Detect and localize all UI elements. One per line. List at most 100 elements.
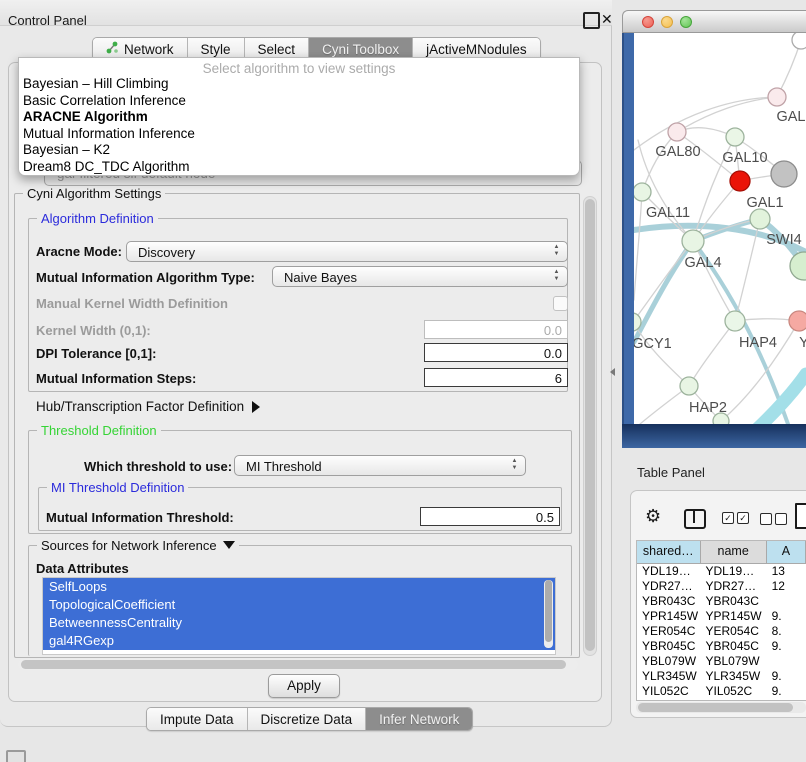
column-header-shared[interactable]: shared… [637, 541, 701, 563]
network-node-gal10[interactable] [726, 128, 744, 146]
close-traffic-light-icon[interactable] [642, 16, 654, 28]
dpi-tolerance-field[interactable]: 0.0 [424, 343, 568, 362]
network-node-hap2[interactable] [680, 377, 698, 395]
stepper-icon: ▲▼ [552, 269, 561, 283]
tab-discretize-data[interactable]: Discretize Data [248, 708, 367, 730]
zoom-traffic-light-icon[interactable] [680, 16, 692, 28]
unchecked-checkbox-icon[interactable] [775, 513, 787, 525]
checked-checkbox-icon[interactable]: ✓ [737, 512, 749, 524]
table-row-ydl19[interactable]: YDL19…YDL19…13 [637, 564, 806, 579]
algorithm-option-mutual-information-inference[interactable]: Mutual Information Inference [19, 126, 579, 143]
column-header-name[interactable]: name [701, 541, 767, 563]
table-row-ylr345w[interactable]: YLR345WYLR345W9. [637, 669, 806, 684]
unchecked-checkbox-icon[interactable] [760, 513, 772, 525]
table-cell: YBR045C [701, 639, 767, 654]
table-header-row: shared…nameA [637, 541, 806, 564]
float-panel-icon[interactable] [583, 12, 600, 29]
table-row-ybr043c[interactable]: YBR043CYBR043C [637, 594, 806, 609]
table-horizontal-scrollbar[interactable] [636, 702, 806, 713]
document-icon[interactable] [795, 503, 806, 529]
table-row-ybr045c[interactable]: YBR045CYBR045C9. [637, 639, 806, 654]
table-row-yil052c[interactable]: YIL052CYIL052C9. [637, 684, 806, 699]
table-row-ydr27[interactable]: YDR27…YDR27…12 [637, 579, 806, 594]
network-node-swi4[interactable] [750, 209, 770, 229]
algorithm-option-basic-correlation-inference[interactable]: Basic Correlation Inference [19, 93, 579, 110]
table-row-yer054c[interactable]: YER054CYER054C8. [637, 624, 806, 639]
network-node-gal1[interactable] [730, 171, 750, 191]
network-node-gal80[interactable] [668, 123, 686, 141]
attribute-item-gal4rgexp[interactable]: gal4RGexp [43, 632, 555, 650]
algorithm-option-bayesian-hill-climbing[interactable]: Bayesian – Hill Climbing [19, 76, 579, 93]
network-node[interactable] [713, 413, 729, 424]
network-node[interactable] [790, 252, 806, 280]
network-node-gal[interactable] [768, 88, 786, 106]
attribute-item-selfloops[interactable]: SelfLoops [43, 578, 555, 596]
which-threshold-select[interactable]: MI Threshold ▲▼ [234, 455, 526, 476]
network-edge[interactable] [756, 374, 806, 424]
attribute-item-betweennesscentrality[interactable]: BetweennessCentrality [43, 614, 555, 632]
network-node-gal11[interactable] [634, 183, 651, 201]
table-row-ypr145w[interactable]: YPR145WYPR145W9. [637, 609, 806, 624]
stepper-icon: ▲▼ [552, 244, 561, 258]
tab-label: Impute Data [160, 712, 234, 727]
network-edge[interactable] [677, 97, 777, 132]
which-threshold-label: Which threshold to use: [84, 459, 232, 474]
table-cell: YIL052C [701, 684, 767, 699]
table-cell: YDR27… [637, 579, 701, 594]
network-node-hap4[interactable] [725, 311, 745, 331]
kernel-width-field[interactable]: 0.0 [424, 320, 568, 339]
panel-divider-handle[interactable] [610, 368, 615, 376]
table-cell: YER054C [637, 624, 701, 639]
network-edge[interactable] [634, 241, 693, 322]
network-node-gal4[interactable] [682, 230, 704, 252]
table-cell: YBR045C [637, 639, 701, 654]
settings-horizontal-scrollbar[interactable] [18, 659, 578, 670]
checked-checkbox-icon[interactable]: ✓ [722, 512, 734, 524]
attribute-item-topologicalcoefficient[interactable]: TopologicalCoefficient [43, 596, 555, 614]
network-edge[interactable] [634, 192, 642, 300]
apply-button[interactable]: Apply [268, 674, 340, 698]
network-canvas[interactable]: GALGAL80GAL10GAL1SWI4GAL11GAL4GCY1HAP4YH… [634, 33, 806, 424]
tab-label: jActiveMNodules [426, 42, 527, 57]
mi-steps-field[interactable]: 6 [424, 368, 568, 387]
network-edge[interactable] [693, 241, 735, 321]
columns-icon[interactable] [684, 509, 706, 529]
sources-group-title[interactable]: Sources for Network Inference [37, 538, 239, 553]
table-cell: 8. [767, 624, 806, 639]
table-row-ybl079w[interactable]: YBL079WYBL079W [637, 654, 806, 669]
table-cell: YBR043C [637, 594, 701, 609]
tab-infer-network[interactable]: Infer Network [366, 708, 472, 730]
algorithm-option-aracne-algorithm[interactable]: ARACNE Algorithm [19, 109, 579, 126]
table-body: YDL19…YDL19…13YDR27…YDR27…12YBR043CYBR04… [637, 564, 806, 699]
table-cell: YER054C [701, 624, 767, 639]
algorithm-option-bayesian-k2[interactable]: Bayesian – K2 [19, 142, 579, 159]
close-icon[interactable]: ✕ [601, 11, 613, 28]
mi-type-select[interactable]: Naive Bayes ▲▼ [272, 266, 568, 287]
network-node[interactable] [792, 33, 806, 49]
network-edge[interactable] [634, 97, 777, 150]
network-node-label: GAL80 [655, 144, 700, 160]
collapse-down-icon [223, 541, 235, 549]
network-node[interactable] [771, 161, 797, 187]
network-node-y[interactable] [789, 311, 806, 331]
settings-vertical-scrollbar[interactable] [583, 196, 597, 656]
data-attributes-label: Data Attributes [36, 561, 129, 576]
hub-definition-toggle[interactable]: Hub/Transcription Factor Definition [36, 399, 260, 414]
column-header-a[interactable]: A [767, 541, 806, 563]
algorithm-option-dream8-dc-tdc-algorithm[interactable]: Dream8 DC_TDC Algorithm [19, 159, 579, 176]
docked-panel-icon[interactable] [6, 750, 26, 762]
manual-kernel-checkbox[interactable] [553, 296, 568, 311]
tab-impute-data[interactable]: Impute Data [147, 708, 248, 730]
network-edge[interactable] [689, 321, 735, 386]
table-cell: YBR043C [701, 594, 767, 609]
gear-icon[interactable]: ⚙ [645, 506, 661, 527]
attributes-scrollbar[interactable] [544, 580, 553, 648]
network-node-label: GAL10 [722, 150, 767, 166]
aracne-mode-select[interactable]: Discovery ▲▼ [126, 241, 568, 262]
network-graph[interactable]: GALGAL80GAL10GAL1SWI4GAL11GAL4GCY1HAP4YH… [634, 33, 806, 424]
table-cell: 9. [767, 684, 806, 699]
minimize-traffic-light-icon[interactable] [661, 16, 673, 28]
network-node-label: GAL11 [646, 205, 690, 221]
table-cell [767, 594, 806, 609]
mi-threshold-field[interactable]: 0.5 [420, 507, 560, 526]
